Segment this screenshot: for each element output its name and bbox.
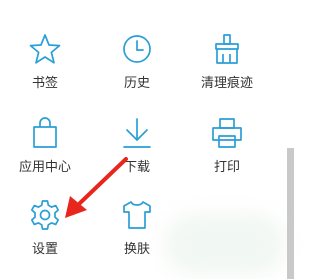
menu-item-print[interactable]: 打印	[191, 116, 263, 180]
shirt-icon	[120, 198, 154, 232]
gear-icon	[28, 198, 62, 232]
menu-item-app-center[interactable]: 应用中心	[9, 116, 81, 180]
bag-icon	[28, 116, 62, 150]
menu-item-label: 设置	[31, 242, 58, 257]
menu-item-clear-traces[interactable]: 清理痕迹	[191, 32, 263, 96]
menu-item-settings[interactable]: 设置	[9, 198, 81, 262]
scrollbar-thumb[interactable]	[287, 148, 294, 279]
background-glow	[165, 214, 285, 274]
menu-item-label: 历史	[123, 76, 150, 91]
star-icon	[28, 32, 62, 66]
browser-menu-panel: 书签 历史 清理痕迹 应用中心 下载 打印 设置 换肤	[0, 0, 294, 279]
menu-item-label: 换肤	[123, 242, 150, 257]
menu-item-label: 清理痕迹	[200, 76, 253, 91]
menu-item-label: 下载	[123, 160, 150, 175]
menu-item-label: 应用中心	[18, 160, 71, 175]
scrollbar-track[interactable]	[287, 0, 294, 279]
menu-item-change-skin[interactable]: 换肤	[101, 198, 173, 262]
menu-item-history[interactable]: 历史	[101, 32, 173, 96]
printer-icon	[210, 116, 244, 150]
menu-item-label: 打印	[213, 160, 240, 175]
menu-item-download[interactable]: 下载	[101, 116, 173, 180]
clock-icon	[120, 32, 154, 66]
broom-icon	[210, 32, 244, 66]
menu-item-label: 书签	[31, 76, 58, 91]
download-icon	[120, 116, 154, 150]
menu-item-bookmarks[interactable]: 书签	[9, 32, 81, 96]
